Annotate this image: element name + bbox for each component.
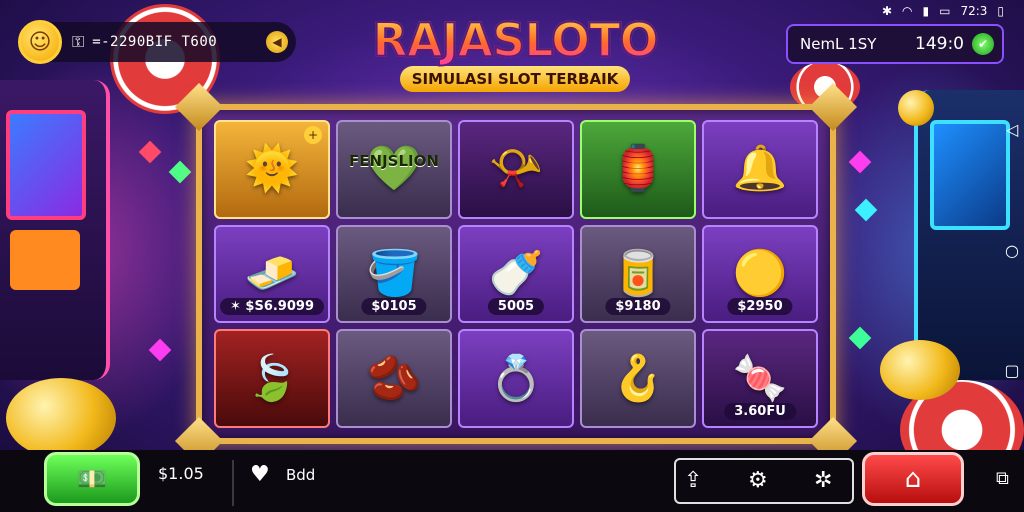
reel-cell: 🪝 bbox=[580, 329, 696, 428]
reel-cell: 🌞 + bbox=[214, 120, 330, 219]
check-icon[interactable]: ✔ bbox=[972, 33, 994, 55]
cell-win-label: $0105 bbox=[361, 298, 427, 316]
sun-icon: 🌞 bbox=[244, 143, 300, 195]
reel-column: 🔔 🟡 $2950 🍬 3.60FU bbox=[702, 120, 818, 428]
cell-win-label: ✶ $S6.9099 bbox=[220, 298, 324, 316]
slot-reel-frame: 🌞 + 🧈 ✶ $S6.9099 🍃 💚 FENJSLION 🪣 $0105 🫘 📯 🍼 5005 💍 🏮 🥫… bbox=[174, 82, 858, 466]
reel-cell: 🍼 5005 bbox=[458, 224, 574, 324]
bean-icon: 🫘 bbox=[366, 352, 422, 404]
reel-cell: 🟡 $2950 bbox=[702, 224, 818, 324]
cell-win-label: $2950 bbox=[727, 298, 793, 316]
bet-button[interactable]: 💵 bbox=[44, 452, 140, 506]
home-button[interactable]: ⌂ bbox=[862, 452, 964, 506]
player-balance-bar: ☺ ⚿ =-2290BIF T600 ◀ bbox=[18, 20, 296, 64]
window-icon[interactable]: ⧉ bbox=[996, 468, 1009, 489]
arcade-screen-left bbox=[6, 110, 86, 220]
tool-button-group: ⇪ ⚙ ✲ bbox=[674, 458, 854, 504]
reel-cell: 💍 bbox=[458, 329, 574, 428]
lantern-icon: 🏮 bbox=[610, 143, 666, 195]
android-nav-bar: ◁ ○ ▢ bbox=[1000, 120, 1024, 380]
credit-value: 149:0 bbox=[915, 34, 964, 54]
logo-subtitle: SIMULASI SLOT TERBAIK bbox=[400, 66, 630, 92]
hook-icon: 🪝 bbox=[610, 352, 666, 404]
bell-icon: 🔔 bbox=[732, 143, 788, 195]
cylinder-icon: 🥫 bbox=[610, 247, 666, 299]
reel-cell: 🪣 $0105 bbox=[336, 224, 452, 324]
ring-icon: 💍 bbox=[488, 352, 544, 404]
recents-icon[interactable]: ▢ bbox=[1004, 361, 1019, 380]
candy-icon: 🍬 bbox=[732, 352, 788, 404]
reel-cell: 🧈 ✶ $S6.9099 bbox=[214, 224, 330, 324]
bottle-icon: 🍼 bbox=[488, 247, 544, 299]
status-time: 72:3 bbox=[960, 4, 988, 18]
credit-label: NemL 1SY bbox=[800, 35, 877, 53]
bottom-control-bar: 💵 $1.05 ♥ Bdd ⇪ ⚙ ✲ ⌂ ⧉ bbox=[0, 450, 1024, 512]
system-status-bar: ✱ ◠ ▮ ▭ 72:3 ▯ bbox=[882, 2, 1004, 20]
leaf-shield-icon: 🍃 bbox=[244, 352, 300, 404]
game-logo: RAJASLOTO SIMULASI SLOT TERBAIK bbox=[355, 13, 675, 92]
gold-coin-decoration bbox=[898, 90, 934, 126]
cell-win-label: 3.60FU bbox=[724, 402, 796, 420]
wifi-icon: ◠ bbox=[902, 4, 913, 18]
arcade-machine-left bbox=[0, 80, 110, 380]
coin-plus-icon[interactable]: ◀ bbox=[266, 31, 288, 53]
gold-coin-decoration bbox=[880, 340, 960, 400]
battery-icon: ▭ bbox=[939, 4, 951, 18]
reel-cell: 📯 bbox=[458, 120, 574, 219]
cell-win-label: 5005 bbox=[487, 298, 545, 316]
reel-cell: 🏮 bbox=[580, 120, 696, 219]
favorite-label: Bdd bbox=[286, 466, 316, 484]
reel-cell: 💚 FENJSLION bbox=[336, 120, 452, 219]
cell-win-label: $9180 bbox=[605, 298, 671, 316]
signal-icon: ▮ bbox=[922, 4, 930, 18]
smiley-icon[interactable]: ☺ bbox=[18, 20, 62, 64]
gold-bar-icon: 🧈 bbox=[244, 247, 300, 299]
back-icon[interactable]: ◁ bbox=[1006, 120, 1018, 139]
reel-grid: 🌞 + 🧈 ✶ $S6.9099 🍃 💚 FENJSLION 🪣 $0105 🫘 📯 🍼 5005 💍 🏮 🥫… bbox=[214, 120, 818, 428]
reel-cell: 🥫 $9180 bbox=[580, 224, 696, 324]
logo-title: RAJASLOTO bbox=[355, 13, 675, 67]
arcade-screen-right bbox=[930, 120, 1010, 230]
divider bbox=[232, 460, 234, 506]
share-icon[interactable]: ⇪ bbox=[684, 468, 702, 493]
horn-icon: 📯 bbox=[488, 143, 544, 195]
bet-amount: $1.05 bbox=[158, 464, 204, 483]
home-icon: ⌂ bbox=[904, 464, 922, 494]
reel-cell: 🫘 bbox=[336, 329, 452, 428]
reel-column: 🌞 + 🧈 ✶ $S6.9099 🍃 bbox=[214, 120, 330, 428]
arcade-panel-left bbox=[10, 230, 80, 290]
battery-level-icon: ▯ bbox=[997, 4, 1004, 18]
gold-coin-decoration bbox=[6, 378, 116, 458]
reel-cell: 🍃 bbox=[214, 329, 330, 428]
gear-icon[interactable]: ⚙ bbox=[748, 468, 768, 493]
plus-badge-icon: + bbox=[304, 126, 322, 144]
cash-icon: 💵 bbox=[77, 465, 107, 493]
credit-panel: NemL 1SY 149:0 ✔ bbox=[786, 24, 1004, 64]
reel-column: 📯 🍼 5005 💍 bbox=[458, 120, 574, 428]
key-icon: ⚿ bbox=[72, 32, 85, 51]
reel-column: 🏮 🥫 $9180 🪝 bbox=[580, 120, 696, 428]
bluetooth-icon: ✱ bbox=[881, 4, 892, 18]
balance-text: =-2290BIF T600 bbox=[92, 34, 218, 50]
home-nav-icon[interactable]: ○ bbox=[1005, 241, 1019, 260]
cell-banner-text: FENJSLION bbox=[349, 152, 439, 170]
reel-cell: 🍬 3.60FU bbox=[702, 329, 818, 428]
orb-icon: 🟡 bbox=[732, 247, 788, 299]
bucket-icon: 🪣 bbox=[366, 247, 422, 299]
reel-cell: 🔔 bbox=[702, 120, 818, 219]
cog-icon[interactable]: ✲ bbox=[814, 468, 832, 493]
reel-column: 💚 FENJSLION 🪣 $0105 🫘 bbox=[336, 120, 452, 428]
heart-icon[interactable]: ♥ bbox=[250, 462, 270, 487]
